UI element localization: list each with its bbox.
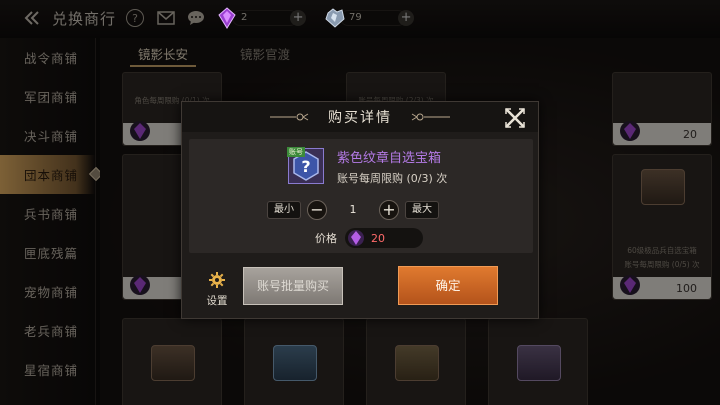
- quantity-stepper: 最小 − 1 + 最大: [267, 200, 439, 220]
- batch-purchase-button[interactable]: 账号批量购买: [243, 267, 343, 305]
- increase-quantity-button[interactable]: +: [379, 200, 399, 220]
- item-detail-panel: ? 账号 紫色纹章自选宝箱 账号每周限购 (0/3) 次 最小 − 1 + 最大…: [189, 139, 533, 253]
- dialog-title: 购买详情: [328, 110, 392, 126]
- settings-label: 设置: [206, 295, 228, 307]
- min-quantity-button[interactable]: 最小: [267, 201, 301, 219]
- account-badge: 账号: [287, 147, 305, 157]
- ornament-left-icon: [270, 113, 309, 121]
- purple-gem-icon: [218, 7, 236, 29]
- price-label: 价格: [315, 232, 337, 245]
- close-icon[interactable]: [502, 105, 528, 131]
- price-row: 价格 20: [315, 228, 423, 248]
- dialog-header: 购买详情: [182, 102, 538, 132]
- purple-gem-icon: [348, 230, 364, 246]
- svg-text:?: ?: [301, 157, 310, 176]
- price-display: 20: [345, 228, 423, 248]
- item-icon: ? 账号: [287, 147, 324, 184]
- item-name: 紫色纹章自选宝箱: [337, 151, 442, 166]
- quantity-input[interactable]: 1: [333, 201, 373, 219]
- max-quantity-button[interactable]: 最大: [405, 201, 439, 219]
- purchase-dialog: 购买详情 ? 账号 紫色纹章自选宝箱 账号每周限购 (0/3) 次 最小 − 1…: [181, 101, 539, 319]
- decrease-quantity-button[interactable]: −: [307, 200, 327, 220]
- confirm-button[interactable]: 确定: [398, 266, 498, 305]
- gear-icon: [209, 272, 225, 288]
- settings-button[interactable]: 设置: [203, 272, 231, 308]
- price-value: 20: [371, 231, 385, 245]
- ornament-right-icon: [411, 113, 450, 121]
- crystal-icon: [325, 8, 345, 28]
- item-purchase-limit: 账号每周限购 (0/3) 次: [337, 172, 448, 185]
